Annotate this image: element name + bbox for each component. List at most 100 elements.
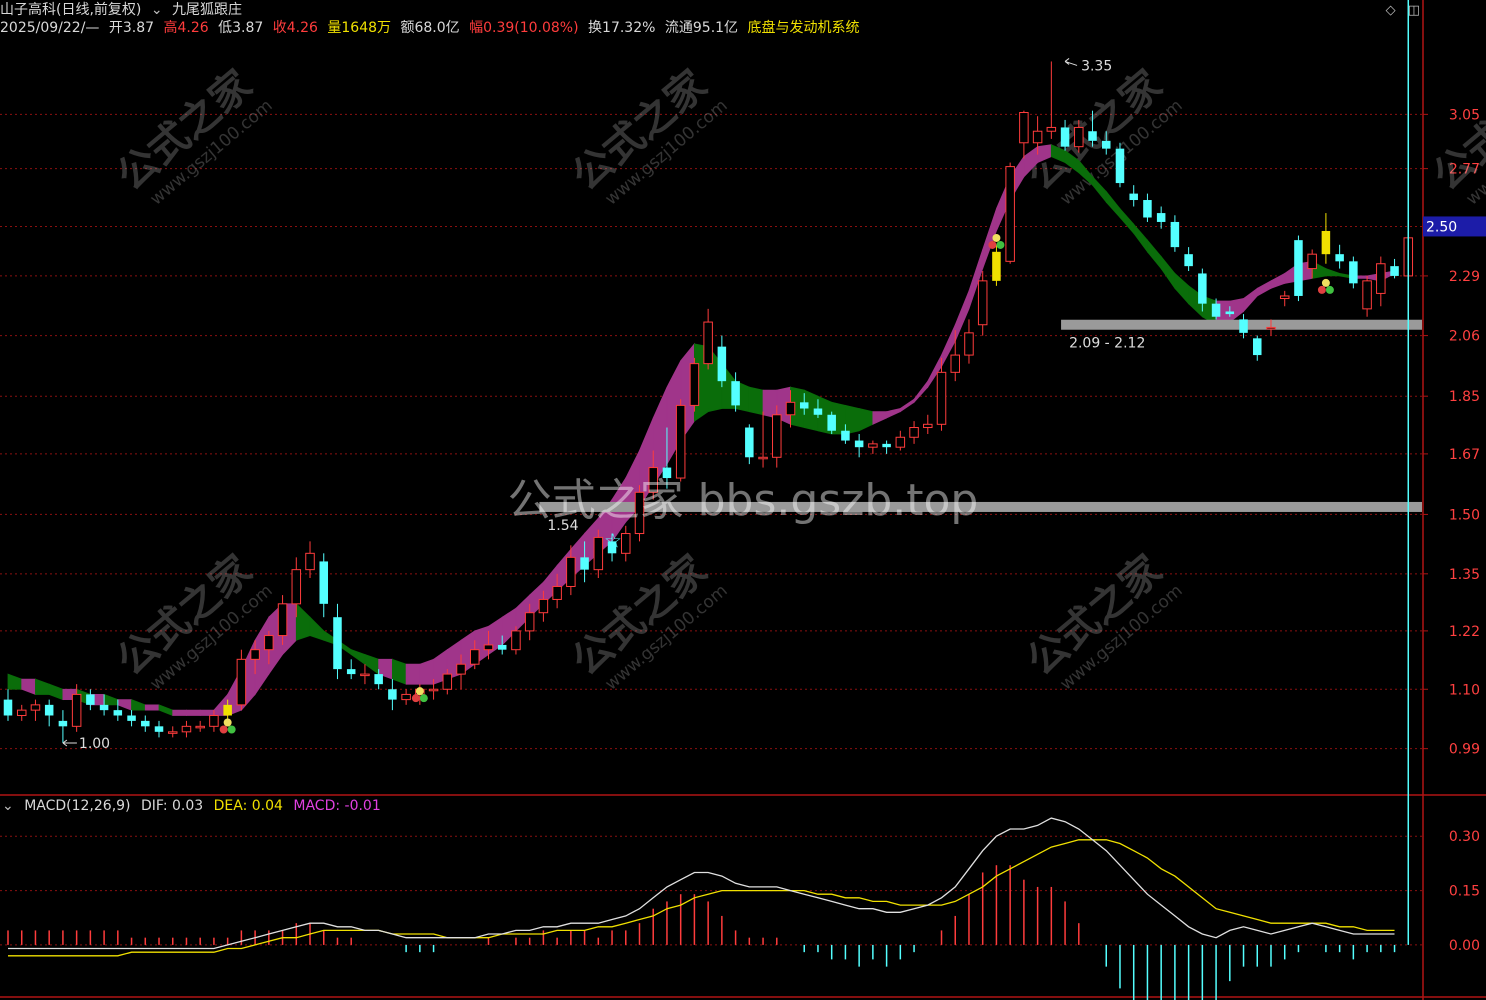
band-segment — [1119, 207, 1135, 235]
candle-body — [3, 699, 13, 716]
candle-body — [236, 658, 247, 706]
candle-body — [758, 456, 768, 460]
low-field: 低3.87 — [218, 20, 264, 36]
dea-label: DEA: 0.04 — [213, 798, 283, 814]
candle-body — [167, 731, 178, 734]
candle-body — [703, 321, 713, 365]
candle-body — [141, 720, 150, 727]
macd-dropdown-icon[interactable]: ⌄ — [2, 798, 14, 814]
change-field: 幅0.39(10.08%) — [469, 20, 579, 36]
macd-tick-label: 0.00 — [1449, 938, 1480, 954]
candle-body — [524, 612, 535, 632]
candle-body — [333, 617, 342, 670]
band-segment — [48, 683, 64, 701]
candle-body — [360, 673, 370, 677]
candle-body — [745, 427, 754, 458]
price-tick-label: 1.67 — [1449, 447, 1480, 463]
candle-body — [992, 251, 1001, 281]
candle — [977, 271, 988, 336]
candle-body — [1294, 240, 1303, 296]
candle-body — [346, 669, 356, 675]
watermark-logo: 公式之家www.gszj100.com — [1425, 62, 1486, 210]
candle — [127, 710, 136, 727]
candle — [181, 720, 192, 738]
band-segment — [1270, 272, 1286, 289]
candle-body — [538, 598, 549, 614]
candle-body — [388, 689, 397, 700]
candle — [58, 710, 68, 743]
candle-body — [470, 649, 480, 665]
candle-body — [1225, 311, 1235, 315]
price-tick-label: 1.50 — [1449, 507, 1480, 523]
volume-field: 量1648万 — [327, 20, 392, 36]
candle — [675, 399, 686, 482]
candle-body — [813, 408, 823, 415]
candle — [1362, 275, 1372, 317]
ball-red — [988, 240, 997, 249]
candle-body — [882, 443, 891, 448]
stock-name[interactable]: 山子高科(日线,前复权) — [0, 1, 141, 19]
window-icon[interactable]: ◫ — [1408, 3, 1420, 18]
candle-body — [1170, 221, 1180, 248]
price-tick-label: 0.99 — [1449, 742, 1480, 758]
candle-body — [30, 704, 41, 711]
band-segment — [1105, 190, 1121, 219]
candle — [305, 541, 315, 579]
candle-body — [264, 635, 274, 651]
dropdown-icon[interactable]: ⌄ — [151, 1, 163, 19]
candle-body — [593, 536, 604, 571]
candle-body — [1239, 319, 1248, 333]
candle — [1156, 206, 1166, 229]
candle-body — [1060, 127, 1070, 147]
band-segment — [1147, 239, 1162, 270]
candle-body — [1101, 140, 1111, 149]
candle-body — [127, 715, 136, 721]
candle-body — [1032, 130, 1043, 144]
candle — [758, 411, 768, 468]
band-segment — [858, 408, 874, 432]
ball-red — [1317, 285, 1326, 294]
band-segment — [762, 389, 778, 419]
candle-body — [977, 280, 988, 326]
band-segment — [35, 678, 50, 695]
ball-red — [219, 725, 228, 734]
candle-body — [456, 663, 466, 675]
date-label: 2025/09/22/— — [0, 20, 100, 36]
candle-body — [1279, 295, 1290, 300]
candle-body — [854, 440, 864, 448]
macd-label[interactable]: MACD(12,26,9) — [24, 798, 130, 814]
price-tick-label: 1.22 — [1449, 624, 1480, 640]
candle-body — [1307, 253, 1317, 270]
candle — [964, 319, 974, 364]
diamond-icon[interactable]: ◇ — [1386, 3, 1396, 18]
candle — [236, 649, 247, 711]
candle — [154, 720, 164, 738]
candle — [1390, 258, 1399, 279]
band-segment — [872, 411, 888, 425]
candle — [1143, 193, 1152, 222]
indicator-name[interactable]: 九尾狐跟庄 — [172, 1, 242, 19]
candle — [1253, 335, 1262, 361]
band-segment — [364, 653, 380, 675]
candle-body — [1362, 280, 1372, 310]
ball-yellow — [992, 233, 1001, 242]
high-field: 高4.26 — [163, 20, 209, 36]
candle-body — [1129, 193, 1138, 201]
candle-body — [181, 725, 192, 733]
candle-body — [841, 430, 850, 441]
kline-chart[interactable]: 3.052.772.292.061.851.671.501.351.221.10… — [0, 0, 1486, 1000]
candle-body — [291, 569, 302, 605]
candle — [703, 308, 713, 370]
candle-body — [675, 404, 686, 479]
band-segment — [1256, 280, 1272, 297]
band-segment — [1229, 298, 1244, 323]
band-segment — [1325, 268, 1341, 277]
low-arrow — [62, 739, 77, 747]
candle — [1170, 215, 1180, 252]
candle — [689, 357, 700, 412]
candle-body — [1321, 230, 1331, 255]
system-label: 底盘与发动机系统 — [747, 20, 860, 36]
band-segment — [158, 704, 174, 717]
toolbar-icons: ◇ ◫ — [1378, 3, 1420, 18]
candle-body — [1184, 254, 1193, 267]
